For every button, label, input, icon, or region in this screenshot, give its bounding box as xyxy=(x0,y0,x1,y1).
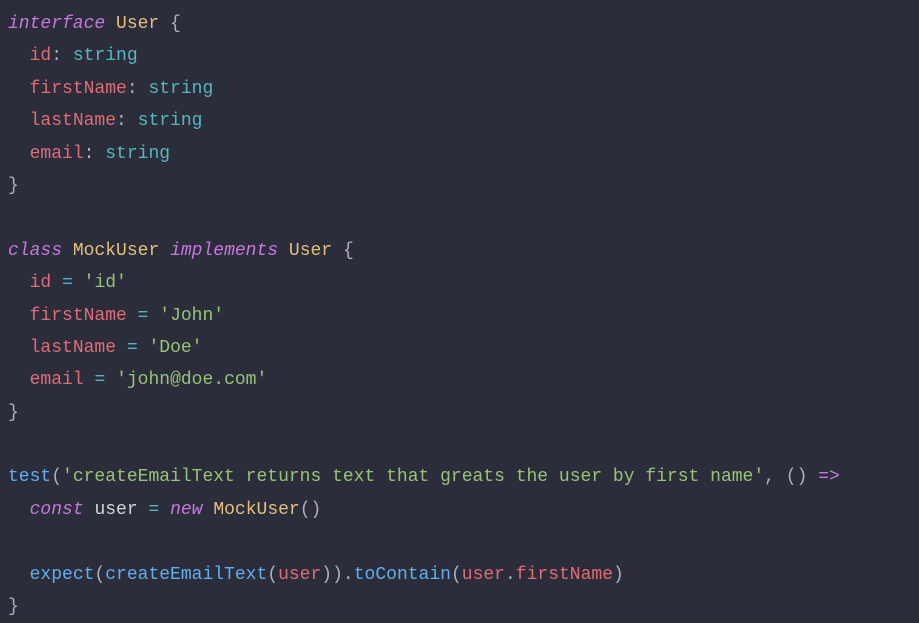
var-user: user xyxy=(278,565,321,585)
code-line: id = 'id' xyxy=(8,273,127,293)
colon: : xyxy=(84,144,95,164)
type-string: string xyxy=(148,79,213,99)
open-brace: { xyxy=(170,14,181,34)
code-line: firstName: string xyxy=(8,79,213,99)
string-john: 'John' xyxy=(159,306,224,326)
empty-parens: () xyxy=(786,467,808,487)
var-user: user xyxy=(462,565,505,585)
close-paren: ) xyxy=(332,565,343,585)
code-line: expect(createEmailText(user)).toContain(… xyxy=(8,565,624,585)
open-paren: ( xyxy=(94,565,105,585)
open-brace: { xyxy=(343,241,354,261)
type-user: User xyxy=(116,14,159,34)
dot: . xyxy=(505,565,516,585)
blank-line xyxy=(8,435,19,455)
class-mockuser: MockUser xyxy=(73,241,159,261)
code-line: email = 'john@doe.com' xyxy=(8,370,267,390)
keyword-interface: interface xyxy=(8,14,105,34)
close-paren: ) xyxy=(321,565,332,585)
var-user: user xyxy=(94,500,137,520)
keyword-implements: implements xyxy=(170,241,278,261)
comma: , xyxy=(764,467,775,487)
code-line: interface User { xyxy=(8,14,181,34)
code-line: email: string xyxy=(8,144,170,164)
close-brace: } xyxy=(8,403,19,423)
string-doe: 'Doe' xyxy=(148,338,202,358)
prop-email: email xyxy=(30,370,84,390)
type-string: string xyxy=(138,111,203,131)
arrow: => xyxy=(818,467,840,487)
code-line: } xyxy=(8,176,19,196)
colon: : xyxy=(51,46,62,66)
prop-id: id xyxy=(30,273,52,293)
fn-tocontain: toContain xyxy=(354,565,451,585)
fn-test: test xyxy=(8,467,51,487)
prop-id: id xyxy=(30,46,52,66)
equals: = xyxy=(94,370,105,390)
type-string: string xyxy=(105,144,170,164)
blank-line xyxy=(8,532,19,552)
code-line: } xyxy=(8,597,19,617)
class-mockuser: MockUser xyxy=(213,500,299,520)
prop-email: email xyxy=(30,144,84,164)
close-brace: } xyxy=(8,597,19,617)
colon: : xyxy=(127,79,138,99)
equals: = xyxy=(62,273,73,293)
prop-lastname: lastName xyxy=(30,111,116,131)
type-string: string xyxy=(73,46,138,66)
blank-line xyxy=(8,208,19,228)
fn-createemailtext: createEmailText xyxy=(105,565,267,585)
code-block: interface User { id: string firstName: s… xyxy=(8,8,911,623)
close-brace: } xyxy=(8,176,19,196)
string-id: 'id' xyxy=(84,273,127,293)
open-paren: ( xyxy=(51,467,62,487)
code-line: class MockUser implements User { xyxy=(8,241,354,261)
dot: . xyxy=(343,565,354,585)
code-line: lastName = 'Doe' xyxy=(8,338,202,358)
keyword-new: new xyxy=(170,500,202,520)
keyword-const: const xyxy=(30,500,84,520)
code-line: test('createEmailText returns text that … xyxy=(8,467,840,487)
colon: : xyxy=(116,111,127,131)
code-line: id: string xyxy=(8,46,138,66)
test-description: 'createEmailText returns text that great… xyxy=(62,467,764,487)
close-paren: ) xyxy=(613,565,624,585)
type-user: User xyxy=(289,241,332,261)
code-line: lastName: string xyxy=(8,111,202,131)
equals: = xyxy=(138,306,149,326)
fn-expect: expect xyxy=(30,565,95,585)
open-paren: ( xyxy=(451,565,462,585)
prop-lastname: lastName xyxy=(30,338,116,358)
equals: = xyxy=(148,500,159,520)
code-line: firstName = 'John' xyxy=(8,306,224,326)
equals: = xyxy=(127,338,138,358)
prop-firstname: firstName xyxy=(516,565,613,585)
prop-firstname: firstName xyxy=(30,79,127,99)
keyword-class: class xyxy=(8,241,62,261)
string-email: 'john@doe.com' xyxy=(116,370,267,390)
code-line: } xyxy=(8,403,19,423)
code-line: const user = new MockUser() xyxy=(8,500,321,520)
open-paren: ( xyxy=(267,565,278,585)
prop-firstname: firstName xyxy=(30,306,127,326)
empty-parens: () xyxy=(300,500,322,520)
